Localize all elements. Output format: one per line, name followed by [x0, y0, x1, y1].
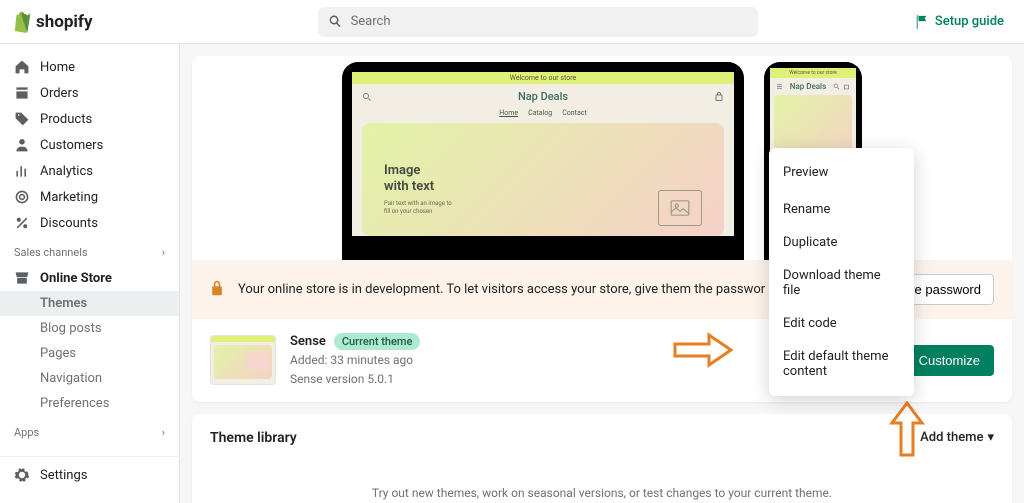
brand-logo[interactable]: shopify: [12, 11, 93, 33]
theme-library-help-text: Try out new themes, work on seasonal ver…: [210, 486, 994, 500]
home-icon: [14, 59, 30, 75]
chevron-right-icon[interactable]: ›: [162, 426, 165, 439]
dd-edit-code[interactable]: Edit code: [769, 307, 914, 340]
tag-icon: [14, 111, 30, 127]
person-icon: [14, 137, 30, 153]
shopify-bag-icon: [12, 11, 32, 33]
dd-preview[interactable]: Preview: [769, 156, 914, 189]
search-icon: [328, 14, 343, 29]
sidebar-item-products[interactable]: Products: [0, 106, 179, 132]
orders-icon: [14, 85, 30, 101]
desktop-preview-frame: Welcome to our store Nap Deals Home Cata…: [342, 62, 744, 260]
sidebar-item-orders[interactable]: Orders: [0, 80, 179, 106]
annotation-arrow-right: [673, 332, 735, 368]
sidebar-item-home[interactable]: Home: [0, 54, 179, 80]
theme-version-meta: Sense version 5.0.1: [290, 371, 420, 388]
site-search-icon: [362, 92, 372, 102]
hero-heading: Image with text: [384, 163, 702, 194]
sidebar-item-marketing[interactable]: Marketing: [0, 184, 179, 210]
target-icon: [14, 189, 30, 205]
analytics-icon: [14, 163, 30, 179]
apps-heading: Apps›: [0, 416, 179, 445]
search-input[interactable]: Search: [318, 7, 758, 37]
percent-icon: [14, 215, 30, 231]
sidebar-sub-navigation[interactable]: Navigation: [0, 366, 179, 391]
dd-rename[interactable]: Rename: [769, 193, 914, 226]
store-icon: [14, 270, 30, 286]
sidebar-sub-preferences[interactable]: Preferences: [0, 391, 179, 416]
dd-edit-default-content[interactable]: Edit default theme content: [769, 340, 914, 388]
flag-icon: [915, 15, 929, 29]
theme-added-meta: Added: 33 minutes ago: [290, 352, 420, 369]
site-title: Nap Deals: [518, 90, 568, 103]
sidebar: Home Orders Products Customers Analytics…: [0, 44, 180, 503]
brand-name: shopify: [36, 12, 93, 32]
theme-name: Sense: [290, 334, 326, 349]
sidebar-item-discounts[interactable]: Discounts: [0, 210, 179, 236]
add-theme-button[interactable]: Add theme ▾: [920, 430, 994, 445]
dd-download[interactable]: Download theme file: [769, 259, 914, 307]
site-nav: Home Catalog Contact: [352, 109, 734, 123]
customize-button[interactable]: Customize: [905, 345, 994, 376]
sidebar-sub-themes[interactable]: Themes: [0, 291, 179, 316]
sidebar-sub-blog-posts[interactable]: Blog posts: [0, 316, 179, 341]
gear-icon: [14, 467, 30, 483]
main-content: Welcome to our store Nap Deals Home Cata…: [180, 44, 1024, 503]
sidebar-item-settings[interactable]: Settings: [0, 456, 179, 493]
sidebar-sub-pages[interactable]: Pages: [0, 341, 179, 366]
lock-icon: [210, 280, 224, 300]
chevron-right-icon[interactable]: ›: [162, 246, 165, 259]
sidebar-item-analytics[interactable]: Analytics: [0, 158, 179, 184]
sidebar-item-online-store[interactable]: Online Store: [0, 265, 179, 291]
hero-sub-text: Pair text with an image to fill on your …: [384, 200, 474, 216]
sales-channels-heading: Sales channels›: [0, 236, 179, 265]
image-placeholder-icon: [658, 190, 702, 226]
warning-text: Your online store is in development. To …: [238, 282, 765, 297]
announcement-bar: Welcome to our store: [352, 72, 734, 84]
theme-thumbnail: [210, 335, 276, 385]
current-theme-badge: Current theme: [334, 333, 421, 350]
site-cart-icon: [714, 92, 724, 102]
sidebar-item-customers[interactable]: Customers: [0, 132, 179, 158]
caret-down-icon: ▾: [987, 430, 994, 445]
theme-actions-dropdown: Preview Rename Duplicate Download theme …: [769, 148, 914, 396]
annotation-arrow-up: [889, 401, 925, 457]
theme-library-heading: Theme library: [210, 430, 297, 446]
setup-guide-link[interactable]: Setup guide: [915, 14, 1004, 29]
dd-duplicate[interactable]: Duplicate: [769, 226, 914, 259]
